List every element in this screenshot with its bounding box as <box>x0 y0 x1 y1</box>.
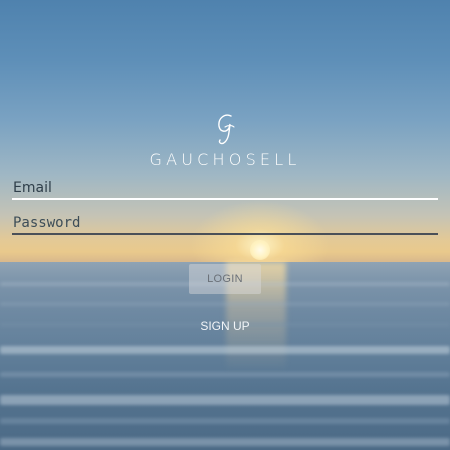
wave <box>0 346 450 354</box>
sign-up-button[interactable]: SIGN UP <box>180 316 270 336</box>
login-screen: GAUCHOSELL LOGIN SIGN UP <box>0 0 450 450</box>
wave <box>0 418 450 424</box>
email-field[interactable] <box>12 178 438 200</box>
wave <box>0 438 450 446</box>
password-field[interactable] <box>12 213 438 235</box>
brand-name: GAUCHOSELL <box>149 150 301 169</box>
wave <box>0 395 450 405</box>
wave <box>0 302 450 306</box>
login-button[interactable]: LOGIN <box>189 264 261 294</box>
wave <box>0 372 450 377</box>
sun <box>250 240 270 260</box>
script-g-logo-icon <box>218 114 235 145</box>
